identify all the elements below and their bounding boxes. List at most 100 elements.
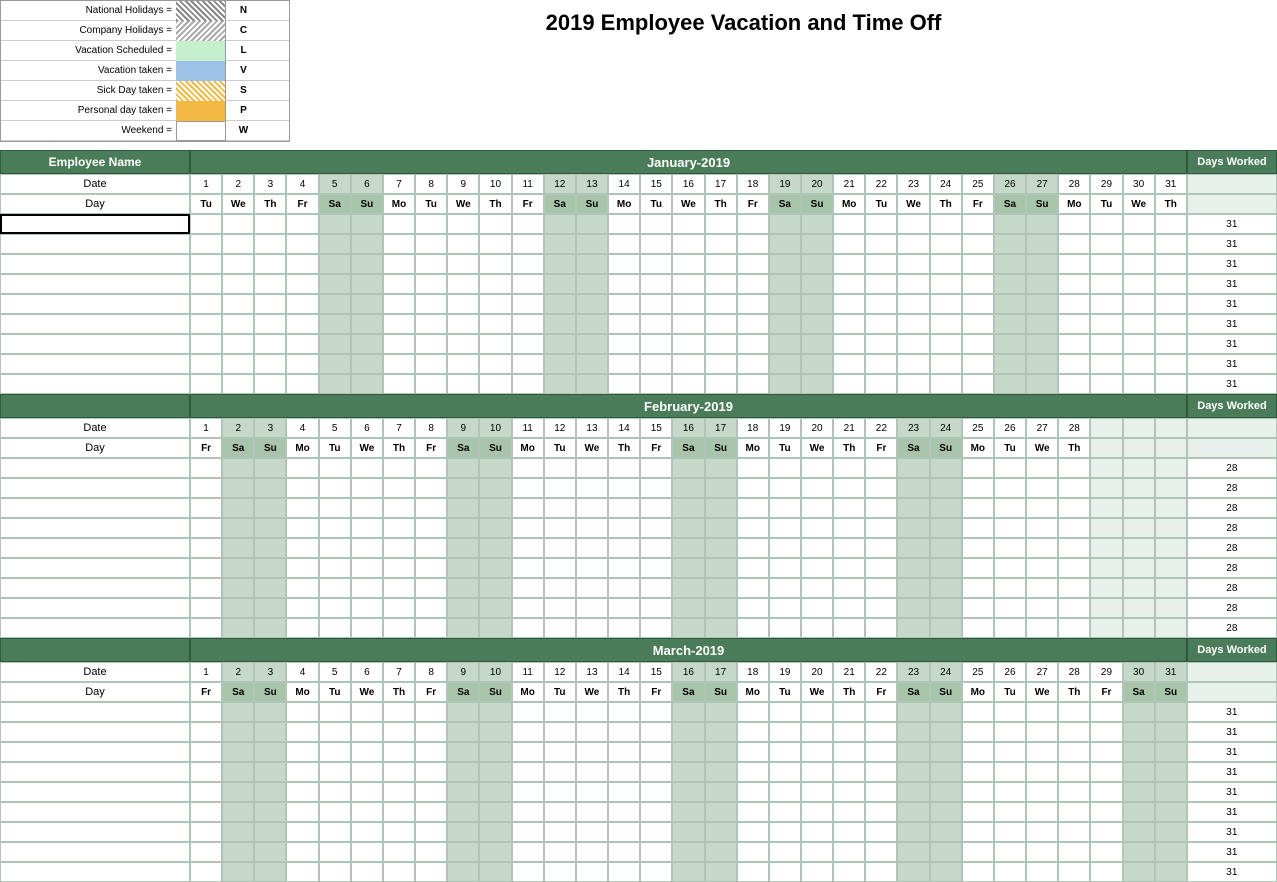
emp-day-1-5-23[interactable] <box>897 558 929 578</box>
emp-day-2-6-17[interactable] <box>705 822 737 842</box>
emp-day-1-8-13[interactable] <box>576 618 608 638</box>
emp-day-1-3-7[interactable] <box>383 518 415 538</box>
emp-day-0-2-14[interactable] <box>608 254 640 274</box>
emp-day-0-3-23[interactable] <box>897 274 929 294</box>
emp-day-1-8-28[interactable] <box>1058 618 1090 638</box>
emp-day-0-6-29[interactable] <box>1090 334 1122 354</box>
emp-day-0-1-9[interactable] <box>447 234 479 254</box>
emp-day-1-3-21[interactable] <box>833 518 865 538</box>
emp-day-1-6-20[interactable] <box>801 578 833 598</box>
emp-day-1-2-25[interactable] <box>962 498 994 518</box>
emp-day-0-8-7[interactable] <box>383 374 415 394</box>
emp-day-1-6-22[interactable] <box>865 578 897 598</box>
emp-day-0-7-3[interactable] <box>254 354 286 374</box>
emp-day-2-6-2[interactable] <box>222 822 254 842</box>
emp-day-2-4-13[interactable] <box>576 782 608 802</box>
emp-day-0-0-4[interactable] <box>286 214 318 234</box>
emp-day-0-7-5[interactable] <box>319 354 351 374</box>
emp-day-2-2-14[interactable] <box>608 742 640 762</box>
emp-day-0-8-15[interactable] <box>640 374 672 394</box>
emp-day-2-3-21[interactable] <box>833 762 865 782</box>
emp-day-0-8-31[interactable] <box>1155 374 1187 394</box>
emp-day-1-7-16[interactable] <box>672 598 704 618</box>
emp-day-2-0-10[interactable] <box>479 702 511 722</box>
emp-day-0-0-5[interactable] <box>319 214 351 234</box>
emp-day-0-0-13[interactable] <box>576 214 608 234</box>
emp-day-1-2-8[interactable] <box>415 498 447 518</box>
emp-day-1-5-26[interactable] <box>994 558 1026 578</box>
emp-day-1-5-20[interactable] <box>801 558 833 578</box>
emp-day-1-4-27[interactable] <box>1026 538 1058 558</box>
emp-day-2-3-4[interactable] <box>286 762 318 782</box>
emp-day-2-6-31[interactable] <box>1155 822 1187 842</box>
emp-day-0-6-15[interactable] <box>640 334 672 354</box>
emp-day-1-7-12[interactable] <box>544 598 576 618</box>
emp-day-0-5-3[interactable] <box>254 314 286 334</box>
emp-day-0-1-2[interactable] <box>222 234 254 254</box>
emp-day-0-5-15[interactable] <box>640 314 672 334</box>
emp-day-2-5-7[interactable] <box>383 802 415 822</box>
emp-day-2-1-28[interactable] <box>1058 722 1090 742</box>
emp-day-0-0-27[interactable] <box>1026 214 1058 234</box>
emp-day-1-0-21[interactable] <box>833 458 865 478</box>
emp-day-2-2-17[interactable] <box>705 742 737 762</box>
emp-day-2-4-2[interactable] <box>222 782 254 802</box>
emp-day-0-7-18[interactable] <box>737 354 769 374</box>
emp-day-1-8-15[interactable] <box>640 618 672 638</box>
emp-day-2-3-25[interactable] <box>962 762 994 782</box>
emp-day-1-8-25[interactable] <box>962 618 994 638</box>
emp-day-2-2-30[interactable] <box>1123 742 1155 762</box>
emp-day-0-1-8[interactable] <box>415 234 447 254</box>
emp-day-2-3-16[interactable] <box>672 762 704 782</box>
emp-day-2-5-3[interactable] <box>254 802 286 822</box>
emp-day-2-3-13[interactable] <box>576 762 608 782</box>
emp-day-2-8-3[interactable] <box>254 862 286 882</box>
emp-day-0-2-2[interactable] <box>222 254 254 274</box>
emp-day-2-1-20[interactable] <box>801 722 833 742</box>
emp-day-0-1-16[interactable] <box>672 234 704 254</box>
emp-day-0-5-25[interactable] <box>962 314 994 334</box>
emp-day-2-8-9[interactable] <box>447 862 479 882</box>
emp-day-0-7-30[interactable] <box>1123 354 1155 374</box>
emp-day-2-6-23[interactable] <box>897 822 929 842</box>
emp-day-1-5-11[interactable] <box>512 558 544 578</box>
emp-day-0-3-22[interactable] <box>865 274 897 294</box>
emp-day-0-1-23[interactable] <box>897 234 929 254</box>
emp-day-2-3-8[interactable] <box>415 762 447 782</box>
emp-day-0-1-31[interactable] <box>1155 234 1187 254</box>
emp-day-0-7-2[interactable] <box>222 354 254 374</box>
emp-day-2-1-4[interactable] <box>286 722 318 742</box>
emp-day-1-0-7[interactable] <box>383 458 415 478</box>
emp-day-0-4-8[interactable] <box>415 294 447 314</box>
emp-day-1-4-5[interactable] <box>319 538 351 558</box>
emp-day-0-2-26[interactable] <box>994 254 1026 274</box>
emp-day-0-3-24[interactable] <box>930 274 962 294</box>
emp-day-2-4-23[interactable] <box>897 782 929 802</box>
emp-day-1-4-21[interactable] <box>833 538 865 558</box>
emp-day-2-1-19[interactable] <box>769 722 801 742</box>
emp-day-2-0-9[interactable] <box>447 702 479 722</box>
emp-day-1-1-14[interactable] <box>608 478 640 498</box>
emp-day-0-1-28[interactable] <box>1058 234 1090 254</box>
emp-day-1-3-9[interactable] <box>447 518 479 538</box>
emp-day-0-8-14[interactable] <box>608 374 640 394</box>
emp-day-0-7-27[interactable] <box>1026 354 1058 374</box>
emp-day-2-6-5[interactable] <box>319 822 351 842</box>
emp-day-1-7-13[interactable] <box>576 598 608 618</box>
emp-day-1-2-24[interactable] <box>930 498 962 518</box>
emp-day-0-4-20[interactable] <box>801 294 833 314</box>
emp-day-0-0-7[interactable] <box>383 214 415 234</box>
emp-day-2-5-22[interactable] <box>865 802 897 822</box>
emp-day-2-1-6[interactable] <box>351 722 383 742</box>
emp-day-0-3-13[interactable] <box>576 274 608 294</box>
emp-day-1-5-9[interactable] <box>447 558 479 578</box>
emp-day-2-5-20[interactable] <box>801 802 833 822</box>
emp-day-2-8-20[interactable] <box>801 862 833 882</box>
emp-day-0-6-16[interactable] <box>672 334 704 354</box>
emp-day-0-6-25[interactable] <box>962 334 994 354</box>
emp-day-2-7-19[interactable] <box>769 842 801 862</box>
emp-day-0-6-20[interactable] <box>801 334 833 354</box>
emp-day-2-2-25[interactable] <box>962 742 994 762</box>
emp-day-0-1-4[interactable] <box>286 234 318 254</box>
emp-day-2-6-24[interactable] <box>930 822 962 842</box>
